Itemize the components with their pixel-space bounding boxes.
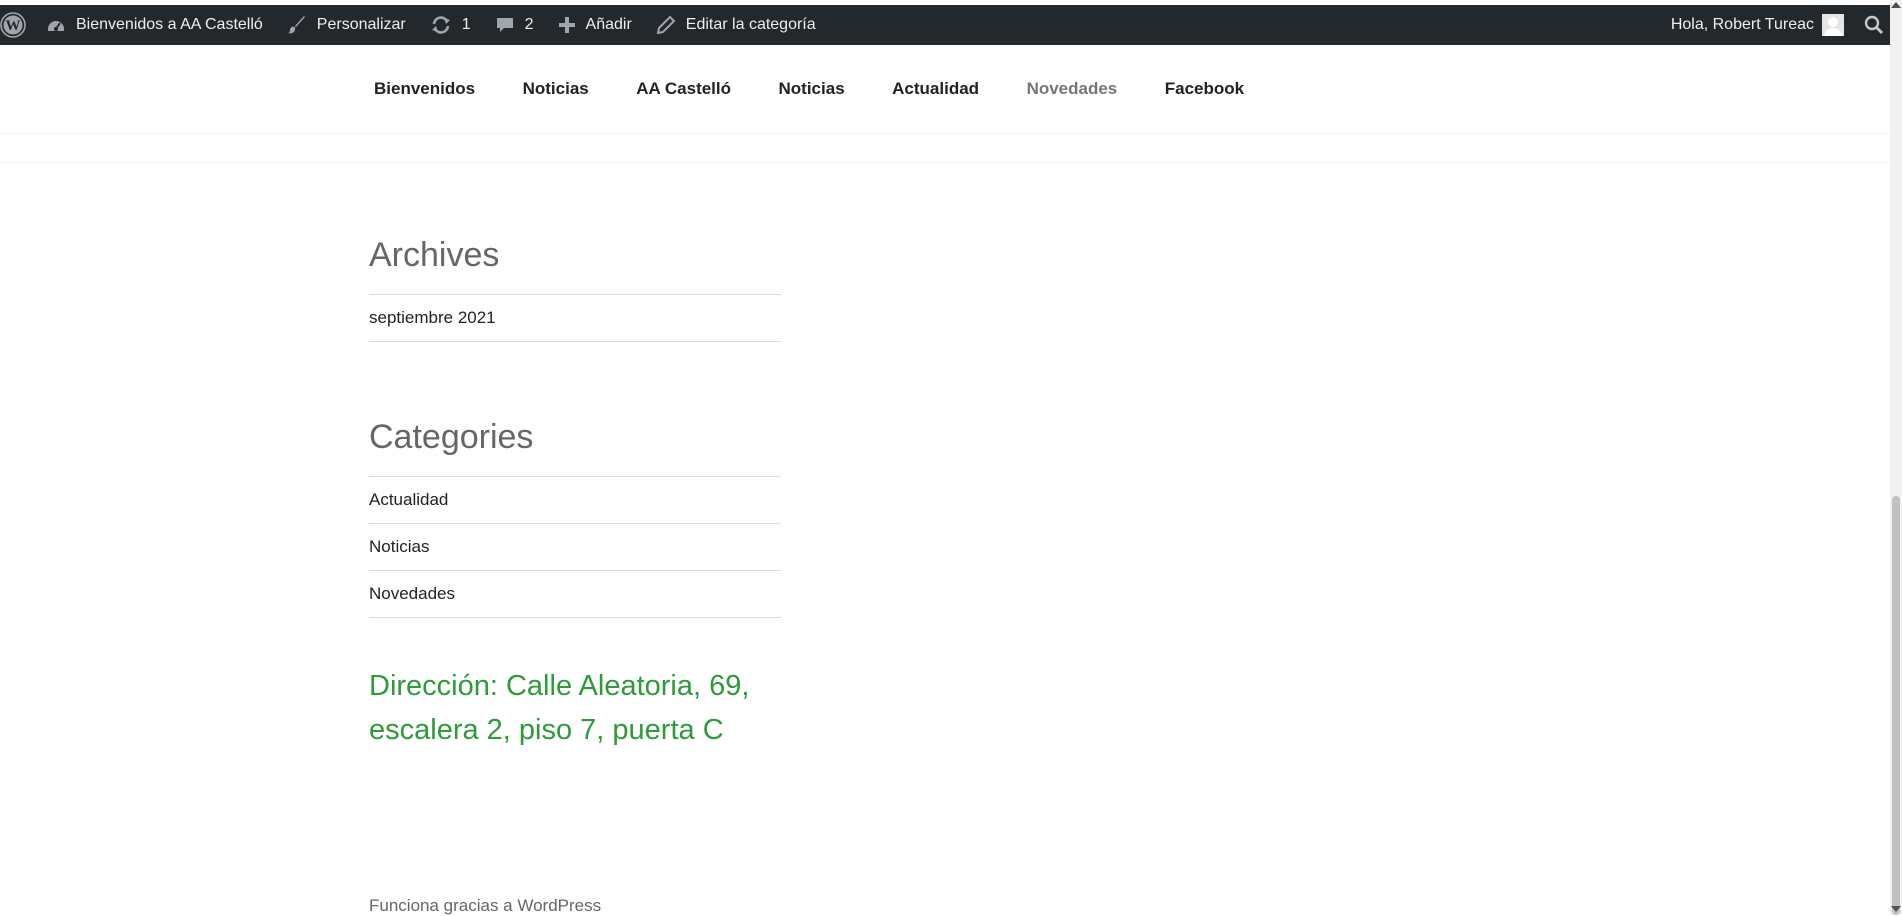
- category-link-novedades[interactable]: Novedades: [369, 571, 781, 618]
- site-name-menu[interactable]: Bienvenidos a AA Castelló: [34, 5, 275, 45]
- my-account-menu[interactable]: Hola, Robert Tureac: [1659, 5, 1858, 45]
- archives-list: septiembre 2021: [369, 294, 781, 342]
- scroll-down-arrow-icon[interactable]: [1891, 906, 1901, 912]
- category-link-actualidad[interactable]: Actualidad: [369, 477, 781, 524]
- scrollbar-thumb[interactable]: [1892, 496, 1900, 915]
- pencil-icon: [656, 15, 676, 35]
- nav-item-novedades[interactable]: Novedades: [1027, 79, 1118, 99]
- category-link-noticias[interactable]: Noticias: [369, 524, 781, 571]
- wordpress-logo-icon: W: [0, 12, 26, 38]
- edit-category-label: Editar la categoría: [685, 16, 816, 33]
- scroll-up-arrow-icon[interactable]: [1891, 2, 1901, 8]
- footer-credit-link[interactable]: Funciona gracias a WordPress: [369, 896, 601, 916]
- admin-bar: W Bienvenidos a AA Castelló Personalizar: [0, 5, 1890, 45]
- comments-link[interactable]: 2: [483, 5, 546, 45]
- widget-area: Archives septiembre 2021 Categories Actu…: [369, 228, 781, 618]
- comment-bubble-icon: [495, 15, 515, 35]
- primary-navigation: Bienvenidos Noticias AA Castelló Noticia…: [0, 45, 1890, 134]
- greeting-label: Hola, Robert Tureac: [1670, 16, 1814, 33]
- admin-bar-secondary: Hola, Robert Tureac: [1659, 5, 1890, 45]
- header-divider: [0, 162, 1890, 163]
- nav-menu: Bienvenidos Noticias AA Castelló Noticia…: [374, 45, 1292, 133]
- archive-link[interactable]: septiembre 2021: [369, 295, 781, 342]
- categories-list: Actualidad Noticias Novedades: [369, 476, 781, 618]
- address-text: Dirección: Calle Aleatoria, 69, escalera…: [369, 670, 750, 746]
- nav-item-facebook[interactable]: Facebook: [1165, 79, 1244, 99]
- nav-item-noticias-2[interactable]: Noticias: [779, 79, 845, 99]
- updates-link[interactable]: 1: [418, 5, 483, 45]
- paintbrush-icon: [287, 15, 307, 35]
- nav-item-bienvenidos[interactable]: Bienvenidos: [374, 79, 475, 99]
- site-name-label: Bienvenidos a AA Castelló: [76, 16, 263, 33]
- customize-label: Personalizar: [316, 16, 406, 33]
- wordpress-logo-menu[interactable]: W: [0, 5, 34, 45]
- nav-item-aa-castello[interactable]: AA Castelló: [636, 79, 731, 99]
- archives-title: Archives: [369, 236, 500, 274]
- add-new-label: Añadir: [585, 16, 632, 33]
- vertical-scrollbar[interactable]: [1890, 0, 1902, 915]
- dashboard-icon: [46, 15, 66, 35]
- updates-icon: [430, 15, 452, 35]
- comments-count: 2: [524, 16, 534, 33]
- customize-link[interactable]: Personalizar: [275, 5, 418, 45]
- categories-title: Categories: [369, 418, 534, 456]
- svg-text:W: W: [6, 18, 21, 34]
- search-icon: [1864, 15, 1884, 35]
- plus-icon: [558, 16, 576, 34]
- nav-item-actualidad[interactable]: Actualidad: [892, 79, 979, 99]
- admin-search-button[interactable]: [1858, 5, 1890, 45]
- add-new-menu[interactable]: Añadir: [546, 5, 644, 45]
- edit-category-link[interactable]: Editar la categoría: [644, 5, 828, 45]
- nav-item-noticias[interactable]: Noticias: [523, 79, 589, 99]
- categories-widget: Categories Actualidad Noticias Novedades: [369, 410, 781, 618]
- archives-widget: Archives septiembre 2021: [369, 228, 781, 342]
- updates-count: 1: [461, 16, 471, 33]
- avatar: [1822, 14, 1844, 36]
